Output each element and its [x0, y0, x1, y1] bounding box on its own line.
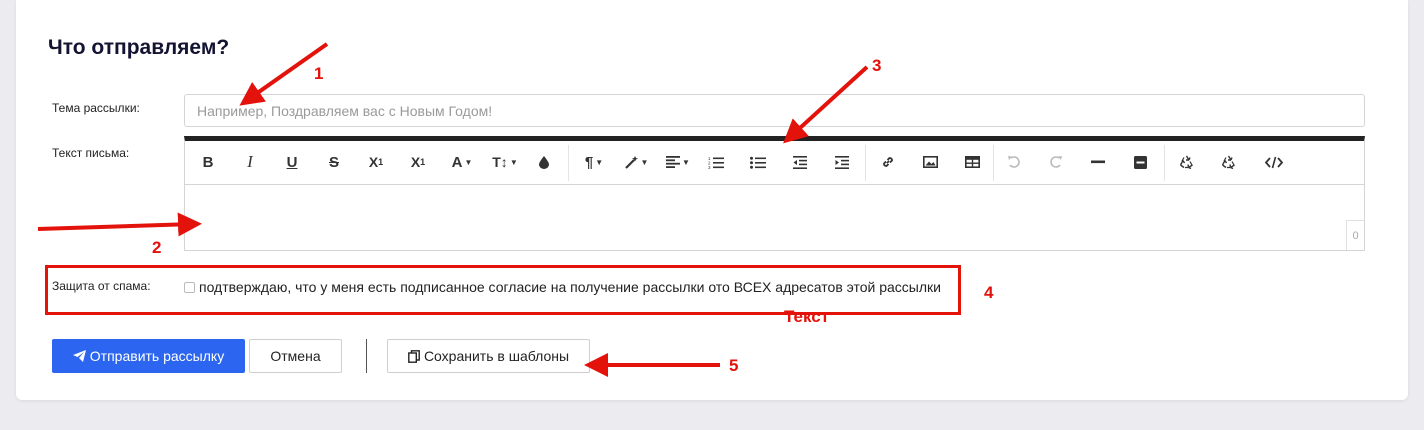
code-icon[interactable] [1261, 147, 1287, 177]
font-color-icon[interactable]: A ▼ [445, 147, 479, 177]
recycle-icon-2[interactable] [1215, 147, 1241, 177]
cancel-button[interactable]: Отмена [249, 339, 342, 373]
editor-body[interactable] [185, 185, 1364, 251]
horizontal-rule-icon[interactable] [1085, 147, 1111, 177]
toolbar-divider [1164, 145, 1165, 181]
subject-label: Тема рассылки: [52, 101, 140, 115]
copy-icon [408, 349, 420, 363]
align-icon[interactable]: ▼ [661, 147, 695, 177]
font-size-icon[interactable]: T↕ ▼ [487, 147, 523, 177]
bold-icon[interactable]: B [195, 147, 221, 177]
save-template-button[interactable]: Сохранить в шаблоны [387, 339, 590, 373]
subscript-icon[interactable]: X1 [363, 147, 389, 177]
subject-input[interactable] [184, 94, 1365, 127]
paragraph-icon[interactable]: ¶ ▼ [577, 147, 611, 177]
image-icon[interactable] [917, 147, 943, 177]
send-button-label: Отправить рассылку [89, 348, 225, 364]
outdent-icon[interactable] [787, 147, 813, 177]
body-label: Текст письма: [52, 146, 130, 160]
page-title: Что отправляем? [48, 36, 230, 59]
annotation-number-5: 5 [729, 356, 739, 375]
annotation-number-3: 3 [872, 56, 882, 75]
ordered-list-icon[interactable]: 123 [703, 147, 729, 177]
block-icon[interactable] [1127, 147, 1153, 177]
indent-icon[interactable] [829, 147, 855, 177]
char-counter: 0 [1346, 220, 1364, 250]
annotation-overlap-text: Текст [784, 307, 830, 324]
italic-icon[interactable]: I [237, 147, 263, 177]
underline-icon[interactable]: U [279, 147, 305, 177]
recycle-icon[interactable] [1173, 147, 1199, 177]
redo-icon[interactable] [1043, 147, 1069, 177]
superscript-icon[interactable]: X1 [405, 147, 431, 177]
toolbar-divider [865, 145, 866, 181]
unordered-list-icon[interactable] [745, 147, 771, 177]
link-icon[interactable] [875, 147, 901, 177]
annotation-number-1: 1 [314, 64, 324, 83]
table-icon[interactable] [959, 147, 985, 177]
magic-wand-icon[interactable]: ▼ [619, 147, 653, 177]
svg-text:3: 3 [708, 165, 711, 169]
annotation-number-4: 4 [984, 283, 994, 302]
annotation-number-2: 2 [152, 238, 162, 257]
button-divider [366, 339, 367, 373]
rich-text-editor[interactable]: B I U S X1 X1 A ▼ T↕ ▼ ¶ ▼ ▼ ▼ 123 0 [184, 136, 1365, 251]
paper-plane-icon [72, 350, 86, 362]
undo-icon[interactable] [1001, 147, 1027, 177]
toolbar-divider [993, 145, 994, 181]
save-template-label: Сохранить в шаблоны [423, 348, 570, 364]
toolbar-divider [568, 145, 569, 181]
send-button[interactable]: Отправить рассылку [52, 339, 245, 373]
editor-toolbar: B I U S X1 X1 A ▼ T↕ ▼ ¶ ▼ ▼ ▼ 123 [185, 141, 1364, 185]
strikethrough-icon[interactable]: S [321, 147, 347, 177]
ink-drop-icon[interactable] [531, 147, 557, 177]
